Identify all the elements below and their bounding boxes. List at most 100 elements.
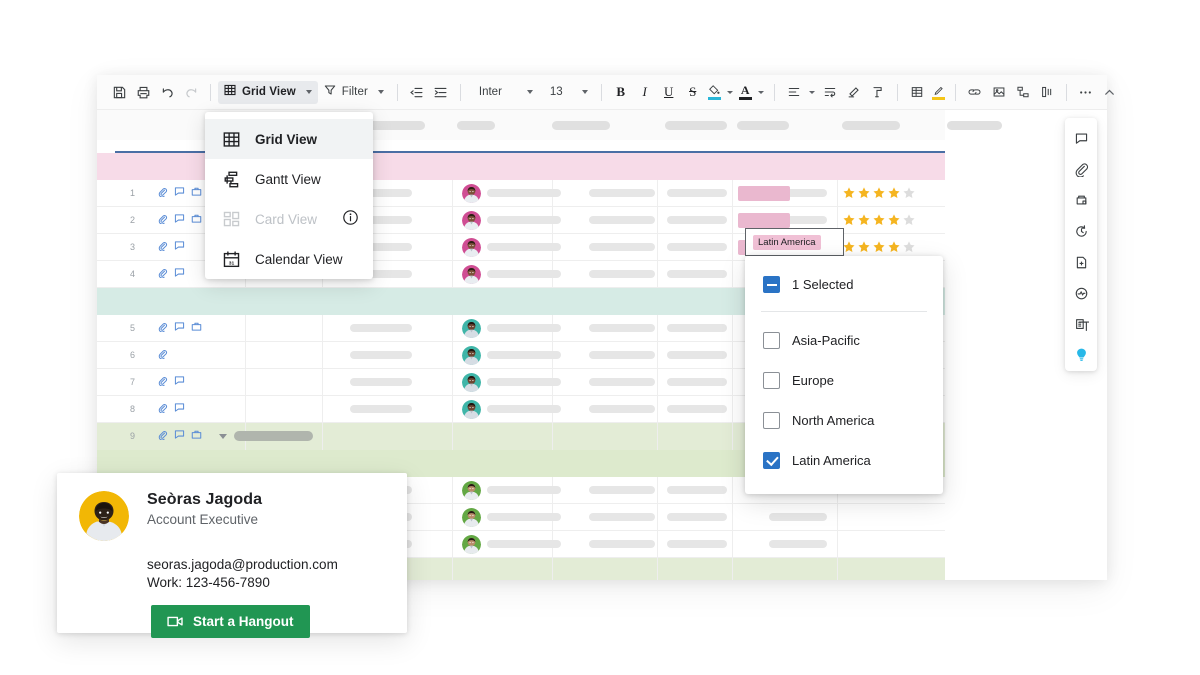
comment-icon[interactable] bbox=[174, 321, 185, 332]
cell-content-placeholder[interactable] bbox=[487, 189, 561, 197]
star-filled-icon[interactable] bbox=[857, 240, 871, 254]
chevron-down-icon[interactable] bbox=[727, 91, 733, 94]
menu-item-gantt-view[interactable]: Gantt View bbox=[205, 159, 373, 199]
attachment-icon[interactable] bbox=[157, 213, 168, 224]
comment-icon[interactable] bbox=[174, 186, 185, 197]
save-icon[interactable] bbox=[107, 81, 131, 103]
table-icon[interactable] bbox=[905, 81, 929, 103]
column-header-placeholder[interactable] bbox=[737, 121, 789, 130]
star-empty-icon[interactable] bbox=[902, 186, 916, 200]
cell-content-placeholder[interactable] bbox=[487, 270, 561, 278]
cell-content-placeholder[interactable] bbox=[667, 405, 727, 413]
cell-content-placeholder[interactable] bbox=[589, 324, 655, 332]
briefcase-icon[interactable] bbox=[191, 321, 202, 332]
comment-icon[interactable] bbox=[174, 240, 185, 251]
comment-icon[interactable] bbox=[1070, 127, 1092, 149]
avatar[interactable] bbox=[462, 481, 481, 500]
filter-select-all-row[interactable]: 1 Selected bbox=[745, 256, 943, 293]
cell-content-placeholder[interactable] bbox=[667, 216, 727, 224]
region-badge[interactable] bbox=[738, 186, 790, 201]
star-filled-icon[interactable] bbox=[872, 213, 886, 227]
cell-content-placeholder[interactable] bbox=[667, 540, 727, 548]
highlighter-icon[interactable] bbox=[929, 81, 948, 103]
star-empty-icon[interactable] bbox=[902, 240, 916, 254]
print-icon[interactable] bbox=[131, 81, 155, 103]
chevron-up-icon[interactable] bbox=[1098, 81, 1122, 103]
comment-icon[interactable] bbox=[174, 429, 185, 440]
cell-content-placeholder[interactable] bbox=[487, 324, 561, 332]
attachment-icon[interactable] bbox=[157, 348, 168, 359]
avatar[interactable] bbox=[462, 373, 481, 392]
font-family-selector[interactable]: Inter bbox=[474, 84, 539, 100]
cell-content-placeholder[interactable] bbox=[667, 378, 727, 386]
collapse-triangle-icon[interactable] bbox=[219, 434, 227, 439]
filter-option-asia-pacific[interactable]: Asia-Pacific bbox=[745, 320, 943, 360]
cell-content-placeholder[interactable] bbox=[350, 351, 412, 359]
avatar[interactable] bbox=[462, 535, 481, 554]
briefcase-icon[interactable] bbox=[191, 213, 202, 224]
link-icon[interactable] bbox=[963, 81, 987, 103]
contact-email[interactable]: seoras.jagoda@production.com bbox=[147, 557, 385, 572]
filter-option-latin-america[interactable]: Latin America bbox=[745, 440, 943, 480]
summary-icon[interactable] bbox=[1070, 313, 1092, 335]
align-left-icon[interactable] bbox=[782, 81, 806, 103]
avatar[interactable] bbox=[462, 238, 481, 257]
attachment-icon[interactable] bbox=[157, 240, 168, 251]
image-icon[interactable] bbox=[987, 81, 1011, 103]
comment-icon[interactable] bbox=[174, 402, 185, 413]
attachment-icon[interactable] bbox=[157, 375, 168, 386]
more-options-icon[interactable] bbox=[1074, 81, 1098, 103]
attachment-icon[interactable] bbox=[157, 402, 168, 413]
attachment-icon[interactable] bbox=[1070, 158, 1092, 180]
avatar[interactable] bbox=[462, 211, 481, 230]
cell-content-placeholder[interactable] bbox=[487, 540, 561, 548]
star-filled-icon[interactable] bbox=[857, 186, 871, 200]
briefcase-icon[interactable] bbox=[191, 186, 202, 197]
activity-log-icon[interactable] bbox=[1070, 282, 1092, 304]
avatar[interactable] bbox=[462, 319, 481, 338]
column-header-placeholder[interactable] bbox=[552, 121, 610, 130]
star-filled-icon[interactable] bbox=[887, 213, 901, 227]
star-filled-icon[interactable] bbox=[872, 186, 886, 200]
rating-stars[interactable] bbox=[842, 186, 916, 200]
wrap-text-icon[interactable] bbox=[818, 81, 842, 103]
view-selector-button[interactable]: Grid View bbox=[218, 81, 318, 104]
outdent-icon[interactable] bbox=[405, 81, 429, 103]
cell-content-placeholder[interactable] bbox=[487, 216, 561, 224]
cell-content-placeholder[interactable] bbox=[589, 270, 655, 278]
star-filled-icon[interactable] bbox=[887, 186, 901, 200]
menu-item-card-view[interactable]: Card View bbox=[205, 199, 373, 239]
underline-icon[interactable]: U bbox=[657, 81, 681, 103]
cell-content-placeholder[interactable] bbox=[589, 378, 655, 386]
info-icon[interactable] bbox=[342, 209, 359, 231]
cell-content-placeholder[interactable] bbox=[589, 513, 655, 521]
rating-stars[interactable] bbox=[842, 213, 916, 227]
cell-content-placeholder[interactable] bbox=[769, 540, 827, 548]
option-checkbox[interactable] bbox=[763, 452, 780, 469]
briefcase-icon[interactable] bbox=[191, 429, 202, 440]
indent-icon[interactable] bbox=[429, 81, 453, 103]
option-checkbox[interactable] bbox=[763, 372, 780, 389]
start-hangout-button[interactable]: Start a Hangout bbox=[151, 605, 310, 638]
attachment-icon[interactable] bbox=[157, 321, 168, 332]
cell-content-placeholder[interactable] bbox=[487, 513, 561, 521]
cell-content-placeholder[interactable] bbox=[589, 243, 655, 251]
star-filled-icon[interactable] bbox=[887, 240, 901, 254]
chevron-down-icon[interactable] bbox=[809, 91, 815, 94]
column-header-placeholder[interactable] bbox=[457, 121, 495, 130]
undo-icon[interactable] bbox=[155, 81, 179, 103]
active-cell[interactable]: Latin America bbox=[745, 228, 844, 256]
cell-content-placeholder[interactable] bbox=[589, 540, 655, 548]
cell-content-placeholder[interactable] bbox=[350, 324, 412, 332]
menu-item-calendar-view[interactable]: 31 Calendar View bbox=[205, 239, 373, 279]
select-all-checkbox[interactable] bbox=[763, 276, 780, 293]
column-icon[interactable] bbox=[1035, 81, 1059, 103]
cell-content-placeholder[interactable] bbox=[589, 189, 655, 197]
cell-content-placeholder[interactable] bbox=[589, 216, 655, 224]
strikethrough-icon[interactable]: S bbox=[681, 81, 705, 103]
filter-option-north-america[interactable]: North America bbox=[745, 400, 943, 440]
cell-content-placeholder[interactable] bbox=[350, 378, 412, 386]
rating-stars[interactable] bbox=[842, 240, 916, 254]
column-header-placeholder[interactable] bbox=[842, 121, 900, 130]
cell-content-placeholder[interactable] bbox=[667, 513, 727, 521]
